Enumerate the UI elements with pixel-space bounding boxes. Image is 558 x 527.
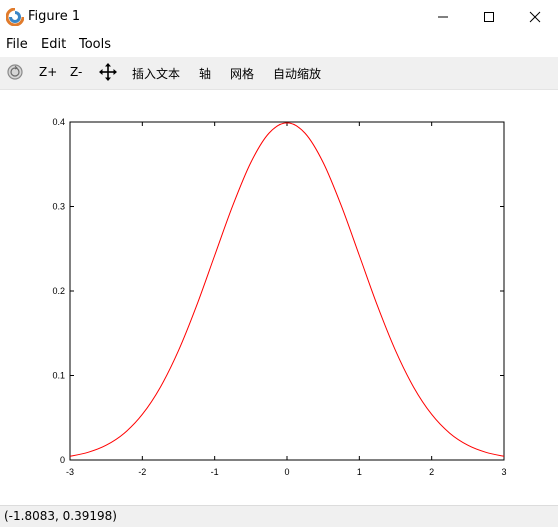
maximize-button[interactable]: [466, 0, 512, 34]
x-tick-label: -2: [138, 467, 146, 477]
axes-button[interactable]: 轴: [199, 65, 211, 82]
menu-tools[interactable]: Tools: [79, 37, 111, 52]
menu-bar: File Edit Tools: [0, 34, 558, 56]
status-bar: (-1.8083, 0.39198): [0, 505, 558, 527]
rotate-icon[interactable]: [6, 63, 24, 81]
zoom-in-button[interactable]: Z+: [39, 65, 57, 79]
close-button[interactable]: [512, 0, 558, 34]
title-bar: Figure 1: [0, 0, 558, 34]
octave-app-icon: [6, 8, 24, 26]
y-tick-label: 0.4: [52, 117, 65, 127]
y-tick-label: 0.1: [52, 371, 65, 381]
plot-area[interactable]: -3 -2 -1 0 1 2 3 0 0.1 0.2 0.3 0.4: [0, 90, 558, 504]
x-tick-label: 3: [501, 467, 506, 477]
zoom-out-button[interactable]: Z-: [70, 65, 82, 79]
minimize-icon: [438, 16, 448, 18]
insert-text-button[interactable]: 插入文本: [132, 65, 180, 82]
toolbar: Z+ Z- 插入文本 轴 网格 自动缩放: [0, 57, 558, 90]
close-icon: [529, 11, 541, 23]
pan-move-icon[interactable]: [99, 63, 117, 81]
minimize-button[interactable]: [420, 0, 466, 34]
x-tick-label: -1: [211, 467, 219, 477]
autoscale-button[interactable]: 自动缩放: [273, 65, 321, 82]
menu-file[interactable]: File: [6, 37, 28, 52]
series-line: [69, 122, 505, 457]
maximize-icon: [484, 12, 494, 22]
y-tick-label: 0: [60, 455, 65, 465]
grid-button[interactable]: 网格: [230, 65, 254, 82]
x-tick-label: 2: [429, 467, 434, 477]
menu-edit[interactable]: Edit: [41, 37, 66, 52]
cursor-coordinates: (-1.8083, 0.39198): [4, 509, 117, 523]
y-tick-label: 0.3: [52, 202, 65, 212]
y-tick-label: 0.2: [52, 286, 65, 296]
x-tick-label: -3: [66, 467, 74, 477]
line-chart[interactable]: -3 -2 -1 0 1 2 3 0 0.1 0.2 0.3 0.4: [0, 90, 558, 504]
plot-frame: [69, 121, 505, 461]
window-title: Figure 1: [28, 9, 81, 24]
x-tick-label: 0: [284, 467, 289, 477]
x-tick-label: 1: [357, 467, 362, 477]
